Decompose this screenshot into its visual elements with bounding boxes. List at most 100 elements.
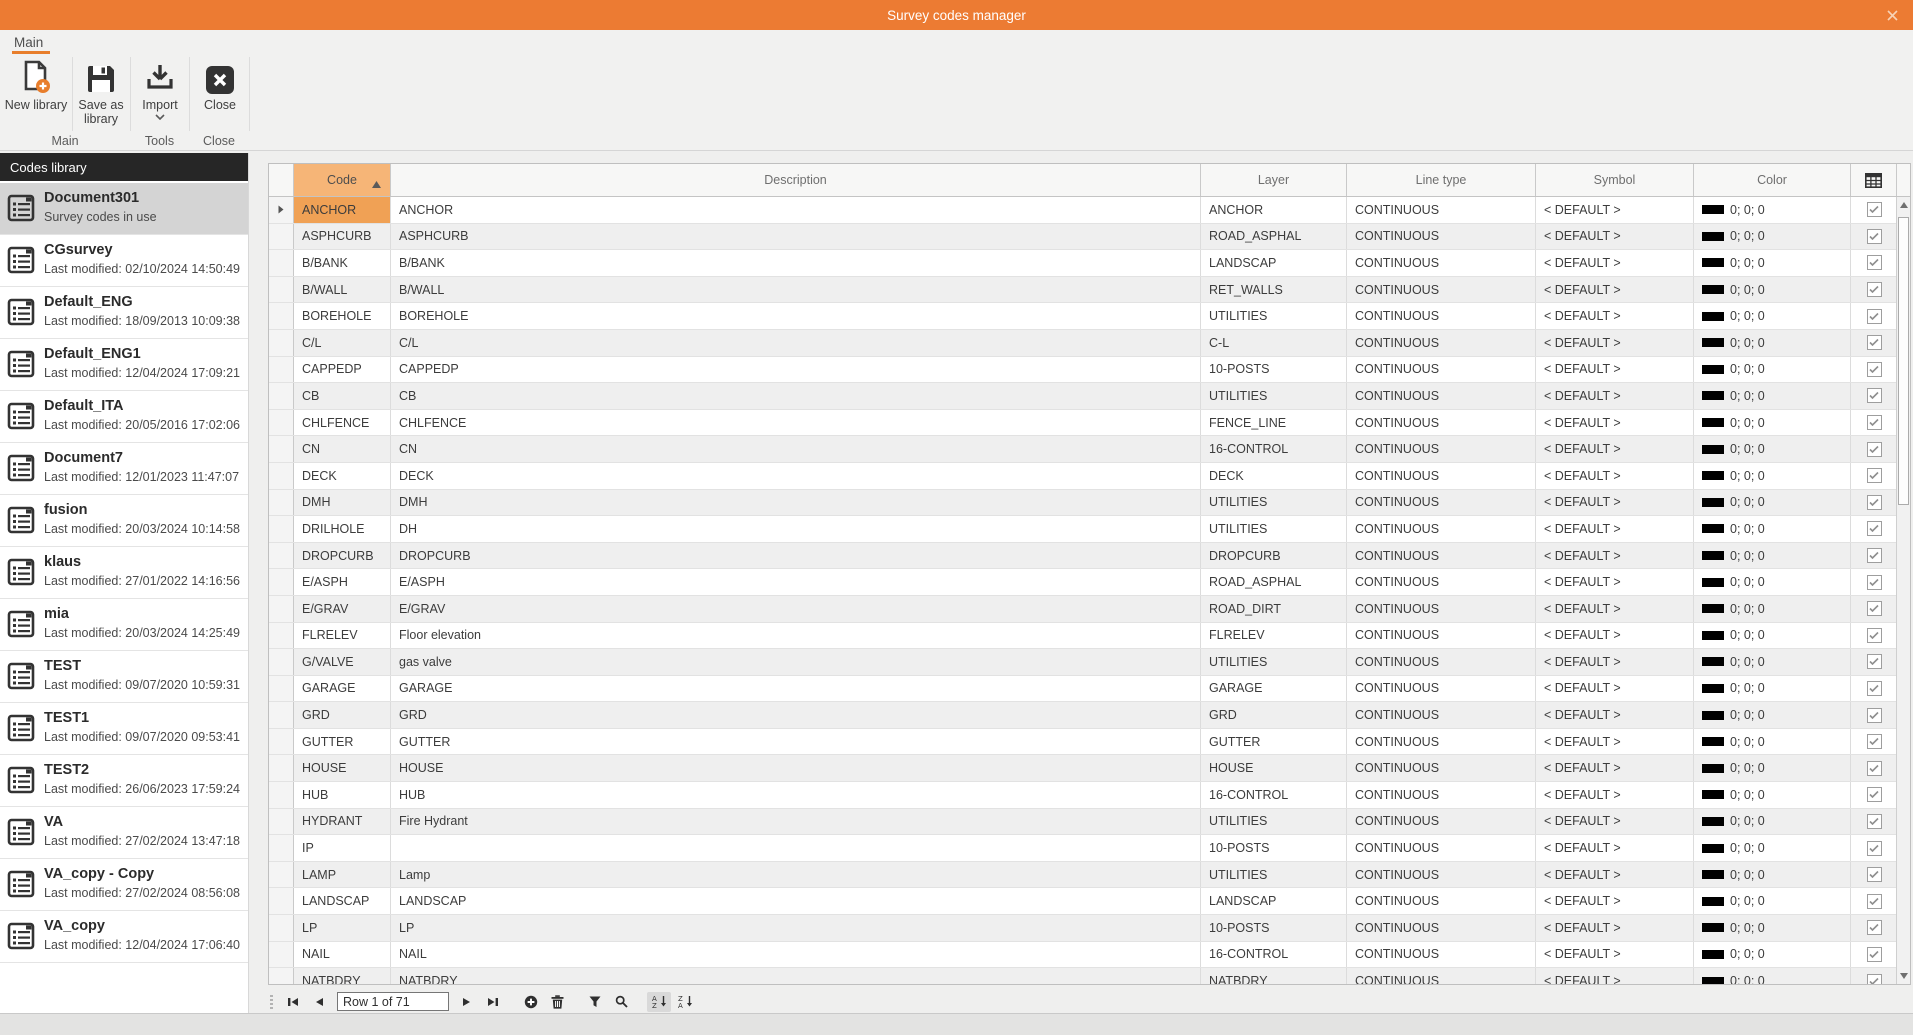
cell-code[interactable]: IP [294,835,391,861]
cell-layer[interactable]: ANCHOR [1201,197,1347,223]
cell-symbol[interactable]: < DEFAULT > [1536,676,1694,702]
visible-checkbox[interactable] [1867,894,1882,909]
table-row[interactable]: LAMP Lamp UTILITIES CONTINUOUS < DEFAULT… [269,862,1897,889]
cell-description[interactable]: ANCHOR [391,197,1201,223]
cell-color[interactable]: 0; 0; 0 [1694,463,1851,489]
table-row[interactable]: NATBDRY NATBDRY NATBDRY CONTINUOUS < DEF… [269,968,1897,984]
table-row[interactable]: DRILHOLE DH UTILITIES CONTINUOUS < DEFAU… [269,516,1897,543]
library-list-item[interactable]: TEST Last modified: 09/07/2020 10:59:31 [0,651,248,703]
table-row[interactable]: NAIL NAIL 16-CONTROL CONTINUOUS < DEFAUL… [269,942,1897,969]
cell-color[interactable]: 0; 0; 0 [1694,197,1851,223]
cell-line-type[interactable]: CONTINUOUS [1347,516,1536,542]
cell-description[interactable]: Lamp [391,862,1201,888]
cell-line-type[interactable]: CONTINUOUS [1347,888,1536,914]
delete-row-button[interactable] [545,992,569,1012]
cell-layer[interactable]: 16-CONTROL [1201,436,1347,462]
visible-checkbox[interactable] [1867,947,1882,962]
visible-checkbox[interactable] [1867,495,1882,510]
cell-line-type[interactable]: CONTINUOUS [1347,277,1536,303]
cell-line-type[interactable]: CONTINUOUS [1347,436,1536,462]
table-row[interactable]: IP 10-POSTS CONTINUOUS < DEFAULT > 0; 0;… [269,835,1897,862]
cell-description[interactable]: HUB [391,782,1201,808]
cell-color[interactable]: 0; 0; 0 [1694,330,1851,356]
table-row[interactable]: G/VALVE gas valve UTILITIES CONTINUOUS <… [269,649,1897,676]
cell-layer[interactable]: LANDSCAP [1201,250,1347,276]
cell-layer[interactable]: 10-POSTS [1201,357,1347,383]
close-button[interactable]: Close [191,57,249,131]
visible-checkbox[interactable] [1867,548,1882,563]
column-header-color[interactable]: Color [1694,164,1851,196]
visible-checkbox[interactable] [1867,708,1882,723]
visible-checkbox[interactable] [1867,362,1882,377]
cell-layer[interactable]: 10-POSTS [1201,835,1347,861]
table-row[interactable]: ANCHOR ANCHOR ANCHOR CONTINUOUS < DEFAUL… [269,197,1897,224]
cell-code[interactable]: DROPCURB [294,543,391,569]
cell-symbol[interactable]: < DEFAULT > [1536,436,1694,462]
cell-description[interactable]: CAPPEDP [391,357,1201,383]
cell-line-type[interactable]: CONTINUOUS [1347,915,1536,941]
window-close-button[interactable] [1883,7,1901,23]
cell-line-type[interactable]: CONTINUOUS [1347,623,1536,649]
cell-description[interactable]: CB [391,383,1201,409]
cell-layer[interactable]: GRD [1201,702,1347,728]
cell-code[interactable]: HUB [294,782,391,808]
table-row[interactable]: ASPHCURB ASPHCURB ROAD_ASPHAL CONTINUOUS… [269,224,1897,251]
visible-checkbox[interactable] [1867,841,1882,856]
cell-code[interactable]: ANCHOR [294,197,391,223]
import-button[interactable]: Import [132,57,188,131]
cell-code[interactable]: LP [294,915,391,941]
library-list-item[interactable]: Default_ENG Last modified: 18/09/2013 10… [0,287,248,339]
cell-layer[interactable]: ROAD_ASPHAL [1201,224,1347,250]
cell-line-type[interactable]: CONTINUOUS [1347,569,1536,595]
row-position-input[interactable] [337,992,449,1011]
library-list-item[interactable]: CGsurvey Last modified: 02/10/2024 14:50… [0,235,248,287]
cell-color[interactable]: 0; 0; 0 [1694,250,1851,276]
visible-checkbox[interactable] [1867,867,1882,882]
cell-symbol[interactable]: < DEFAULT > [1536,623,1694,649]
cell-line-type[interactable]: CONTINUOUS [1347,224,1536,250]
cell-line-type[interactable]: CONTINUOUS [1347,676,1536,702]
vertical-scrollbar[interactable] [1896,197,1910,984]
cell-line-type[interactable]: CONTINUOUS [1347,729,1536,755]
cell-symbol[interactable]: < DEFAULT > [1536,330,1694,356]
scrollbar-thumb[interactable] [1898,217,1909,505]
visible-checkbox[interactable] [1867,468,1882,483]
library-list-item[interactable]: TEST1 Last modified: 09/07/2020 09:53:41 [0,703,248,755]
cell-layer[interactable]: UTILITIES [1201,490,1347,516]
cell-symbol[interactable]: < DEFAULT > [1536,303,1694,329]
cell-layer[interactable]: UTILITIES [1201,383,1347,409]
new-library-button[interactable]: New library [2,57,70,131]
cell-color[interactable]: 0; 0; 0 [1694,702,1851,728]
cell-description[interactable] [391,835,1201,861]
cell-code[interactable]: DMH [294,490,391,516]
cell-code[interactable]: LANDSCAP [294,888,391,914]
cell-code[interactable]: E/ASPH [294,569,391,595]
cell-symbol[interactable]: < DEFAULT > [1536,569,1694,595]
cell-code[interactable]: CHLFENCE [294,410,391,436]
column-header-code[interactable]: Code [294,164,391,196]
cell-code[interactable]: BOREHOLE [294,303,391,329]
cell-line-type[interactable]: CONTINUOUS [1347,463,1536,489]
cell-symbol[interactable]: < DEFAULT > [1536,809,1694,835]
cell-description[interactable]: HOUSE [391,755,1201,781]
cell-description[interactable]: C/L [391,330,1201,356]
cell-color[interactable]: 0; 0; 0 [1694,835,1851,861]
table-row[interactable]: GARAGE GARAGE GARAGE CONTINUOUS < DEFAUL… [269,676,1897,703]
sort-ascending-button[interactable]: A Z [647,992,671,1012]
cell-description[interactable]: CN [391,436,1201,462]
cell-layer[interactable]: UTILITIES [1201,649,1347,675]
cell-description[interactable]: E/ASPH [391,569,1201,595]
visible-checkbox[interactable] [1867,309,1882,324]
cell-description[interactable]: DMH [391,490,1201,516]
table-row[interactable]: B/WALL B/WALL RET_WALLS CONTINUOUS < DEF… [269,277,1897,304]
cell-layer[interactable]: UTILITIES [1201,516,1347,542]
cell-description[interactable]: DECK [391,463,1201,489]
library-list-item[interactable]: mia Last modified: 20/03/2024 14:25:49 [0,599,248,651]
visible-checkbox[interactable] [1867,521,1882,536]
cell-code[interactable]: C/L [294,330,391,356]
cell-code[interactable]: NATBDRY [294,968,391,984]
cell-layer[interactable]: FLRELEV [1201,623,1347,649]
table-row[interactable]: LP LP 10-POSTS CONTINUOUS < DEFAULT > 0;… [269,915,1897,942]
cell-color[interactable]: 0; 0; 0 [1694,888,1851,914]
cell-layer[interactable]: NATBDRY [1201,968,1347,984]
